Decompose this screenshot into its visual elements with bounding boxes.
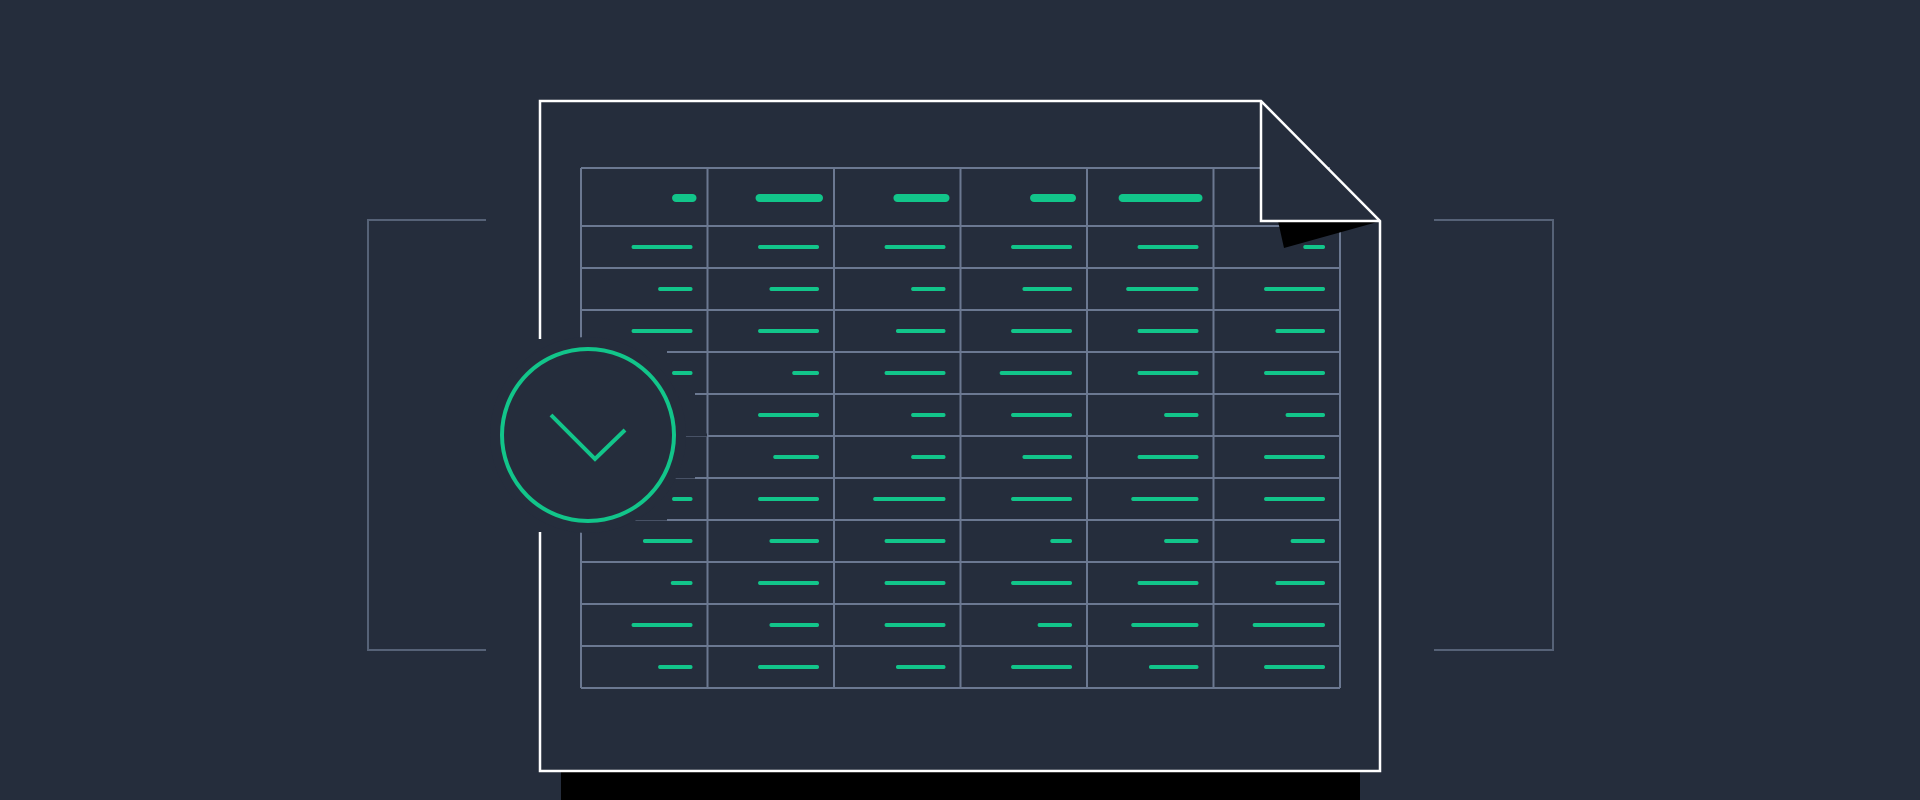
check-circle-background xyxy=(490,337,686,533)
document-shadow xyxy=(561,772,1360,800)
folded-corner-shadow xyxy=(1278,221,1381,248)
illustration-canvas xyxy=(367,99,1554,800)
right-bracket xyxy=(1434,219,1554,651)
spreadsheet-table xyxy=(580,167,1341,689)
left-bracket xyxy=(367,219,486,651)
